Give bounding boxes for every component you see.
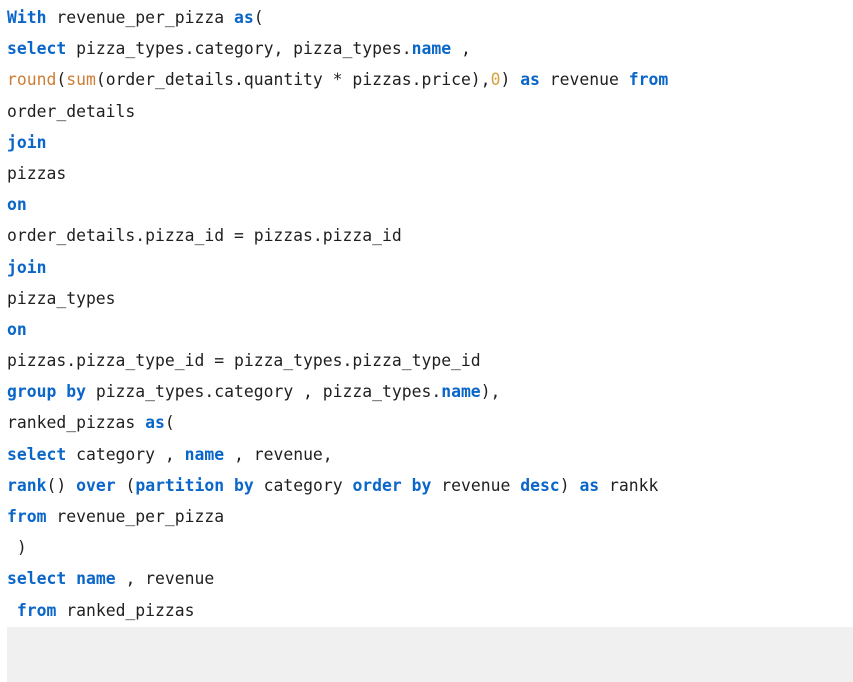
code-text: ( [253, 8, 264, 27]
code-text: revenue_per_pizza [46, 8, 234, 27]
sql-code-editor[interactable]: With revenue_per_pizza as(select pizza_t… [0, 0, 853, 682]
code-line[interactable]: rank() over (partition by category order… [7, 470, 853, 501]
code-line[interactable]: select pizza_types.category, pizza_types… [7, 33, 853, 64]
sql-keyword: as [579, 475, 600, 495]
sql-number: 0 [490, 70, 501, 90]
code-text: , revenue [115, 569, 215, 589]
code-text: ) [500, 70, 521, 90]
code-line[interactable]: join [7, 127, 853, 158]
code-line[interactable]: ) [7, 532, 853, 563]
sql-keyword: from [628, 70, 669, 90]
code-line[interactable]: on [7, 314, 853, 345]
code-area[interactable]: With revenue_per_pizza as(select pizza_t… [7, 2, 853, 657]
sql-keyword: on [7, 319, 27, 339]
sql-keyword: order by [352, 475, 432, 495]
code-text: pizzas.pizza_type_id = pizza_types.pizza… [7, 351, 481, 371]
code-text: revenue [431, 475, 521, 495]
code-text: pizza_types [7, 288, 116, 308]
code-text: ), [480, 382, 501, 402]
code-line[interactable]: from revenue_per_pizza [7, 501, 853, 532]
code-line[interactable]: group by pizza_types.category , pizza_ty… [7, 376, 853, 407]
sql-keyword: as [233, 8, 254, 27]
sql-keyword: over [76, 475, 116, 495]
sql-keyword: name [441, 382, 481, 402]
code-line[interactable]: With revenue_per_pizza as( [7, 2, 853, 33]
code-text: ) [559, 475, 580, 495]
sql-keyword: group by [7, 382, 86, 402]
code-text: ) [7, 538, 27, 558]
sql-keyword: from [7, 507, 47, 526]
code-line[interactable]: order_details.pizza_id = pizzas.pizza_id [7, 220, 853, 251]
code-line[interactable]: from ranked_pizzas [7, 595, 853, 626]
sql-keyword: name [76, 569, 116, 589]
sql-keyword: on [7, 195, 27, 215]
sql-function: sum [66, 70, 96, 90]
code-text: category [253, 475, 353, 495]
code-text: pizza_types.category, pizza_types. [66, 39, 412, 59]
code-line[interactable]: select category , name , revenue, [7, 439, 853, 470]
code-text: revenue [539, 70, 629, 90]
code-line[interactable]: select name , revenue [7, 563, 853, 594]
sql-keyword: join [7, 132, 47, 152]
code-text: , [451, 39, 471, 59]
sql-keyword: With [7, 8, 47, 27]
sql-function: round [7, 70, 57, 90]
code-text: rankk [599, 475, 659, 495]
active-empty-line[interactable] [7, 627, 853, 682]
sql-keyword: select [7, 569, 67, 589]
code-text: (order_details.quantity * pizzas.price), [95, 70, 491, 90]
code-line[interactable]: on [7, 189, 853, 220]
code-text: , revenue, [224, 444, 333, 464]
sql-keyword: partition by [135, 475, 254, 495]
code-line[interactable]: pizzas [7, 158, 853, 189]
code-line[interactable]: order_details [7, 96, 853, 127]
sql-keyword: join [7, 257, 47, 277]
code-text: pizza_types.category , pizza_types. [85, 382, 442, 402]
sql-keyword: desc [520, 475, 560, 495]
code-text: pizzas [7, 163, 67, 183]
sql-keyword: select [7, 444, 67, 464]
code-line[interactable]: round(sum(order_details.quantity * pizza… [7, 64, 853, 95]
code-text: category , [66, 444, 185, 464]
code-text: order_details [7, 101, 136, 121]
code-text: ranked_pizzas [56, 600, 195, 620]
code-text: ( [115, 475, 136, 495]
code-line[interactable]: ranked_pizzas as( [7, 407, 853, 438]
sql-keyword: as [520, 70, 540, 90]
code-text: ( [164, 413, 175, 433]
sql-keyword: as [145, 413, 165, 433]
code-line[interactable]: pizzas.pizza_type_id = pizza_types.pizza… [7, 345, 853, 376]
sql-keyword: select [7, 39, 67, 59]
sql-keyword: name [184, 444, 225, 464]
code-line[interactable]: pizza_types [7, 283, 853, 314]
code-text: order_details.pizza_id = pizzas.pizza_id [7, 226, 402, 246]
code-text: () [46, 475, 77, 495]
sql-keyword: name [411, 39, 452, 59]
code-text: revenue_per_pizza [46, 507, 225, 526]
code-line[interactable]: join [7, 252, 853, 283]
code-text: ranked_pizzas [7, 413, 146, 433]
sql-keyword: from [16, 600, 57, 620]
code-text: ( [56, 70, 67, 90]
sql-keyword: rank [7, 475, 47, 495]
